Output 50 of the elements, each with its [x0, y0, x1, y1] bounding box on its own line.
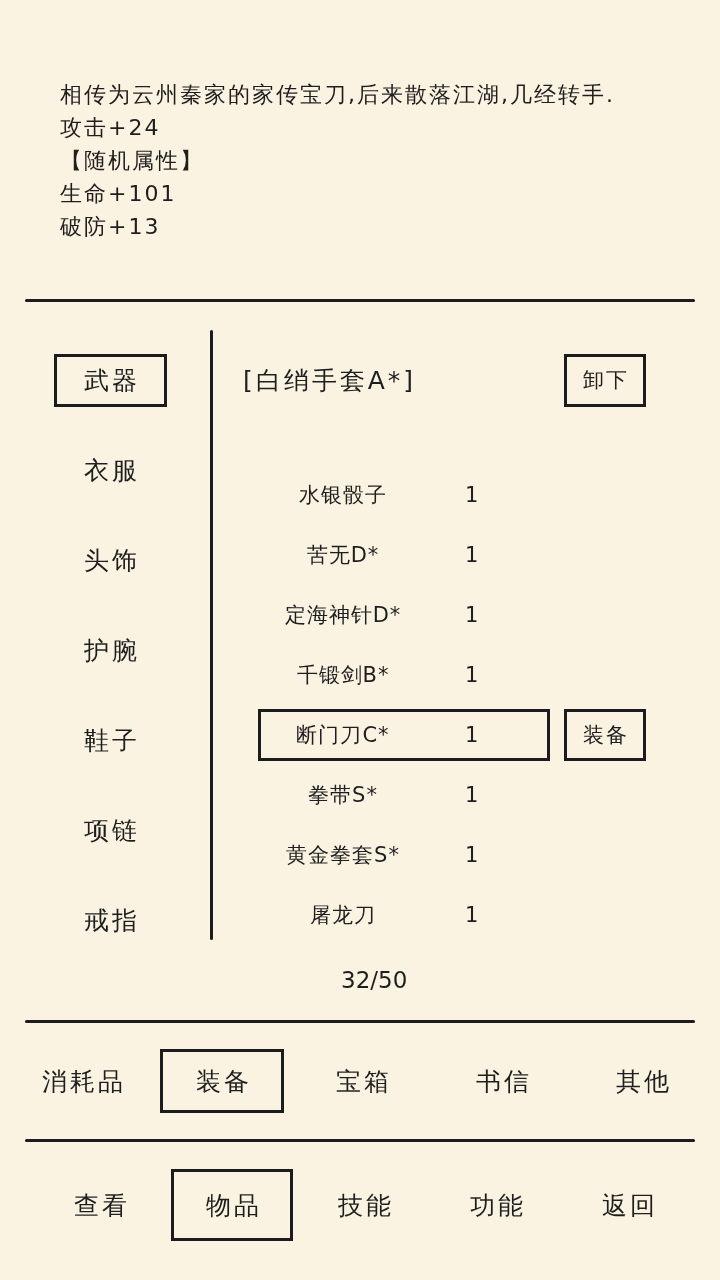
- item-count: 1: [465, 483, 479, 507]
- description-line: 攻击+24: [60, 114, 161, 142]
- item-name: 拳带S*: [307, 782, 379, 809]
- item-count: 1: [465, 543, 479, 567]
- item-row[interactable]: 拳带S* 1: [258, 769, 550, 821]
- item-count: 1: [465, 603, 479, 627]
- item-count: 1: [465, 663, 479, 687]
- nav-tab[interactable]: 返回: [567, 1169, 689, 1241]
- slot-tab[interactable]: 衣服: [53, 443, 167, 497]
- item-name: 水银骰子: [298, 482, 388, 509]
- equipped-item-name: [白绡手套A*]: [243, 364, 417, 397]
- item-name: 苦无D*: [305, 542, 381, 569]
- slot-tab[interactable]: 护腕: [53, 623, 167, 677]
- description-line: 相传为云州秦家的家传宝刀,后来散落江湖,几经转手.: [60, 81, 615, 109]
- nav-tab[interactable]: 功能: [435, 1169, 557, 1241]
- category-tab[interactable]: 其他: [580, 1049, 704, 1113]
- item-row[interactable]: 屠龙刀 1: [258, 889, 550, 941]
- inventory-count: 32/50: [341, 966, 408, 995]
- category-tab[interactable]: 消耗品: [20, 1049, 144, 1113]
- item-row[interactable]: 水银骰子 1: [258, 469, 550, 521]
- item-count: 1: [465, 783, 479, 807]
- description-line: 破防+13: [60, 213, 161, 241]
- item-name: 千锻剑B*: [295, 662, 391, 689]
- slot-tab[interactable]: 鞋子: [53, 713, 167, 767]
- item-row[interactable]: 黄金拳套S* 1: [258, 829, 550, 881]
- item-count: 1: [465, 903, 479, 927]
- item-row[interactable]: 千锻剑B* 1: [258, 649, 550, 701]
- nav-tab[interactable]: 技能: [303, 1169, 425, 1241]
- slot-tab[interactable]: 武器: [53, 353, 167, 407]
- item-row[interactable]: 苦无D* 1: [258, 529, 550, 581]
- nav-tab[interactable]: 物品: [171, 1169, 293, 1241]
- category-tab[interactable]: 书信: [440, 1049, 564, 1113]
- slot-tab[interactable]: 头饰: [53, 533, 167, 587]
- item-count: 1: [465, 723, 479, 747]
- item-name: 断门刀C*: [295, 722, 391, 749]
- item-name: 定海神针D*: [283, 602, 403, 629]
- category-tab[interactable]: 宝箱: [300, 1049, 424, 1113]
- item-name: 黄金拳套S*: [285, 842, 401, 869]
- unequip-button[interactable]: 卸下: [564, 353, 646, 407]
- category-tab[interactable]: 装备: [160, 1049, 284, 1113]
- nav-tab[interactable]: 查看: [39, 1169, 161, 1241]
- description-line: 【随机属性】: [60, 147, 204, 175]
- item-row[interactable]: 定海神针D* 1: [258, 589, 550, 641]
- description-line: 生命+101: [60, 180, 177, 208]
- slot-tab[interactable]: 项链: [53, 803, 167, 857]
- slot-tab[interactable]: 戒指: [53, 893, 167, 947]
- item-row[interactable]: 断门刀C* 1: [258, 709, 550, 761]
- equip-button[interactable]: 装备: [564, 709, 646, 761]
- item-name: 屠龙刀: [309, 902, 377, 929]
- item-count: 1: [465, 843, 479, 867]
